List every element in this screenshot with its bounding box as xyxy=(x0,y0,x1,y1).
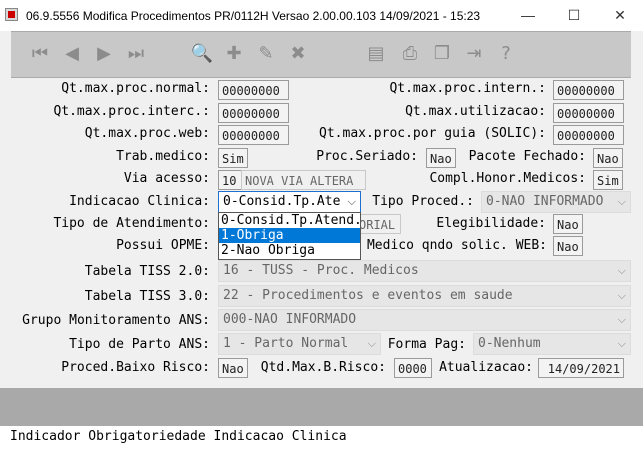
window-title: 06.9.5556 Modifica Procedimentos PR/0112… xyxy=(26,9,481,23)
chevron-down-icon: ⌵ xyxy=(617,195,626,208)
chevron-down-icon: ⌵ xyxy=(617,337,626,350)
indicacao-clinica-label: Indicacao Clinica: xyxy=(69,194,210,209)
grupo-monitoramento-value: 000-NAO INFORMADO xyxy=(223,312,357,327)
medico-qndo-field[interactable]: Nao xyxy=(553,236,583,256)
pacote-fechado-label: Pacote Fechado: xyxy=(468,149,586,164)
proc-seriado-label: Proc.Seriado: xyxy=(316,149,418,164)
forma-pag-select[interactable]: 0-Nenhum ⌵ xyxy=(473,333,631,355)
last-record-icon[interactable]: ⏭ xyxy=(121,40,151,68)
status-bar: Indicador Obrigatoriedade Indicacao Clin… xyxy=(0,426,643,452)
add-icon[interactable]: ✚ xyxy=(219,40,249,68)
via-acesso-code-field[interactable]: 10 xyxy=(218,170,242,190)
tipo-proced-label: Tipo Proced.: xyxy=(372,194,474,209)
tabela-tiss-20-label: Tabela TISS 2.0: xyxy=(84,264,210,279)
via-acesso-label: Via acesso: xyxy=(123,171,210,186)
chevron-down-icon: ⌵ xyxy=(617,289,626,302)
search-icon[interactable]: 🔍 xyxy=(187,40,217,68)
qt-max-proc-guia-field[interactable]: 00000000 xyxy=(553,125,624,145)
prev-record-icon[interactable]: ◀ xyxy=(57,40,87,68)
tipo-parto-label: Tipo de Parto ANS: xyxy=(69,337,210,352)
qt-max-proc-interc-field[interactable]: 00000000 xyxy=(218,103,289,123)
tabela-tiss-20-select[interactable]: 16 - TUSS - Proc. Medicos ⌵ xyxy=(218,260,631,282)
qtd-max-b-risco-label: Qtd.Max.B.Risco: xyxy=(260,360,386,375)
tabela-tiss-30-value: 22 - Procedimentos e eventos em saude xyxy=(223,288,513,303)
tipo-proced-select[interactable]: 0-NAO INFORMADO ⌵ xyxy=(481,191,631,213)
proc-seriado-field[interactable]: Nao xyxy=(426,148,456,168)
copy-icon[interactable]: ❐ xyxy=(427,40,457,68)
indicacao-clinica-select[interactable]: 0-Consid.Tp.Ate ⌵ xyxy=(218,191,361,213)
qt-max-proc-normal-field[interactable]: 00000000 xyxy=(218,80,289,100)
tipo-atendimento-field: ORIAL xyxy=(355,214,401,234)
maximize-button[interactable]: ☐ xyxy=(551,0,597,31)
chevron-down-icon: ⌵ xyxy=(367,337,376,350)
filter-icon[interactable]: ▤ xyxy=(361,40,391,68)
proced-baixo-risco-label: Proced.Baixo Risco: xyxy=(61,360,210,375)
via-acesso-desc-field: NOVA VIA ALTERA xyxy=(241,170,366,190)
trab-medico-label: Trab.medico: xyxy=(116,149,210,164)
grupo-monitoramento-label: Grupo Monitoramento ANS: xyxy=(22,313,210,328)
proced-baixo-risco-field[interactable]: Nao xyxy=(218,358,248,378)
chevron-down-icon: ⌵ xyxy=(347,195,356,208)
separator-band xyxy=(0,388,643,426)
first-record-icon[interactable]: ⏮ xyxy=(25,40,55,68)
elegibilidade-field[interactable]: Nao xyxy=(553,214,583,234)
trab-medico-field[interactable]: Sim xyxy=(218,148,248,168)
indicacao-clinica-value: 0-Consid.Tp.Ate xyxy=(223,194,341,209)
chevron-down-icon: ⌵ xyxy=(617,264,626,277)
next-record-icon[interactable]: ▶ xyxy=(89,40,119,68)
qt-max-proc-intern-label: Qt.max.proc.intern.: xyxy=(389,81,546,96)
dropdown-option-highlighted[interactable]: 1-Obriga xyxy=(219,228,360,243)
dropdown-option[interactable]: 0-Consid.Tp.Atend. xyxy=(219,213,362,228)
atualizacao-label: Atualizacao: xyxy=(439,360,533,375)
compl-honor-label: Compl.Honor.Medicos: xyxy=(429,171,586,186)
tipo-parto-select[interactable]: 1 - Parto Normal ⌵ xyxy=(218,333,381,355)
pacote-fechado-field[interactable]: Nao xyxy=(593,148,623,168)
chevron-down-icon: ⌵ xyxy=(617,313,626,326)
qt-max-utilizacao-field[interactable]: 00000000 xyxy=(553,103,624,123)
grupo-monitoramento-select[interactable]: 000-NAO INFORMADO ⌵ xyxy=(218,309,631,331)
tabela-tiss-30-label: Tabela TISS 3.0: xyxy=(84,289,210,304)
qt-max-utilizacao-label: Qt.max.utilizacao: xyxy=(405,104,546,119)
app-icon xyxy=(5,8,18,21)
forma-pag-label: Forma Pag: xyxy=(387,337,466,352)
tipo-proced-value: 0-NAO INFORMADO xyxy=(486,194,604,209)
qtd-max-b-risco-field[interactable]: 0000 xyxy=(394,358,432,378)
close-button[interactable]: ✕ xyxy=(597,0,643,31)
indicacao-clinica-dropdown-list: 0-Consid.Tp.Atend. 1-Obriga 2-Nao Obriga xyxy=(218,212,362,260)
qt-max-proc-interc-label: Qt.max.proc.interc.: xyxy=(53,104,210,119)
delete-icon[interactable]: ✖ xyxy=(283,40,313,68)
qt-max-proc-web-label: Qt.max.proc.web: xyxy=(84,126,210,141)
tabela-tiss-30-select[interactable]: 22 - Procedimentos e eventos em saude ⌵ xyxy=(218,285,631,307)
tipo-parto-value: 1 - Parto Normal xyxy=(223,336,349,351)
tabela-tiss-20-value: 16 - TUSS - Proc. Medicos xyxy=(223,263,419,278)
edit-icon[interactable]: ✎ xyxy=(251,40,281,68)
title-bar: 06.9.5556 Modifica Procedimentos PR/0112… xyxy=(0,0,643,31)
help-icon[interactable]: ? xyxy=(491,40,521,68)
atualizacao-field: 14/09/2021 xyxy=(538,358,624,378)
qt-max-proc-normal-label: Qt.max.proc.normal: xyxy=(61,81,210,96)
exit-icon[interactable]: ⇥ xyxy=(459,40,489,68)
forma-pag-value: 0-Nenhum xyxy=(478,336,541,351)
status-text: Indicador Obrigatoriedade Indicacao Clin… xyxy=(10,429,347,444)
qt-max-proc-intern-field[interactable]: 00000000 xyxy=(553,80,624,100)
qt-max-proc-guia-label: Qt.max.proc.por guia (SOLIC): xyxy=(319,126,546,141)
elegibilidade-label: Elegibilidade: xyxy=(436,216,546,231)
compl-honor-field[interactable]: Sim xyxy=(593,170,623,190)
print-icon[interactable]: ⎙ xyxy=(395,40,425,68)
dropdown-option[interactable]: 2-Nao Obriga xyxy=(219,243,360,258)
medico-qndo-label: Medico qndo solic. WEB: xyxy=(366,238,547,253)
toolbar: ⏮ ◀ ▶ ⏭ 🔍 ✚ ✎ ✖ ▤ ⎙ ❐ ⇥ ? xyxy=(11,31,631,78)
tipo-atendimento-label: Tipo de Atendimento: xyxy=(53,216,210,231)
possui-opme-label: Possui OPME: xyxy=(116,238,210,253)
qt-max-proc-web-field[interactable]: 00000000 xyxy=(218,125,289,145)
minimize-button[interactable]: — xyxy=(505,0,551,31)
